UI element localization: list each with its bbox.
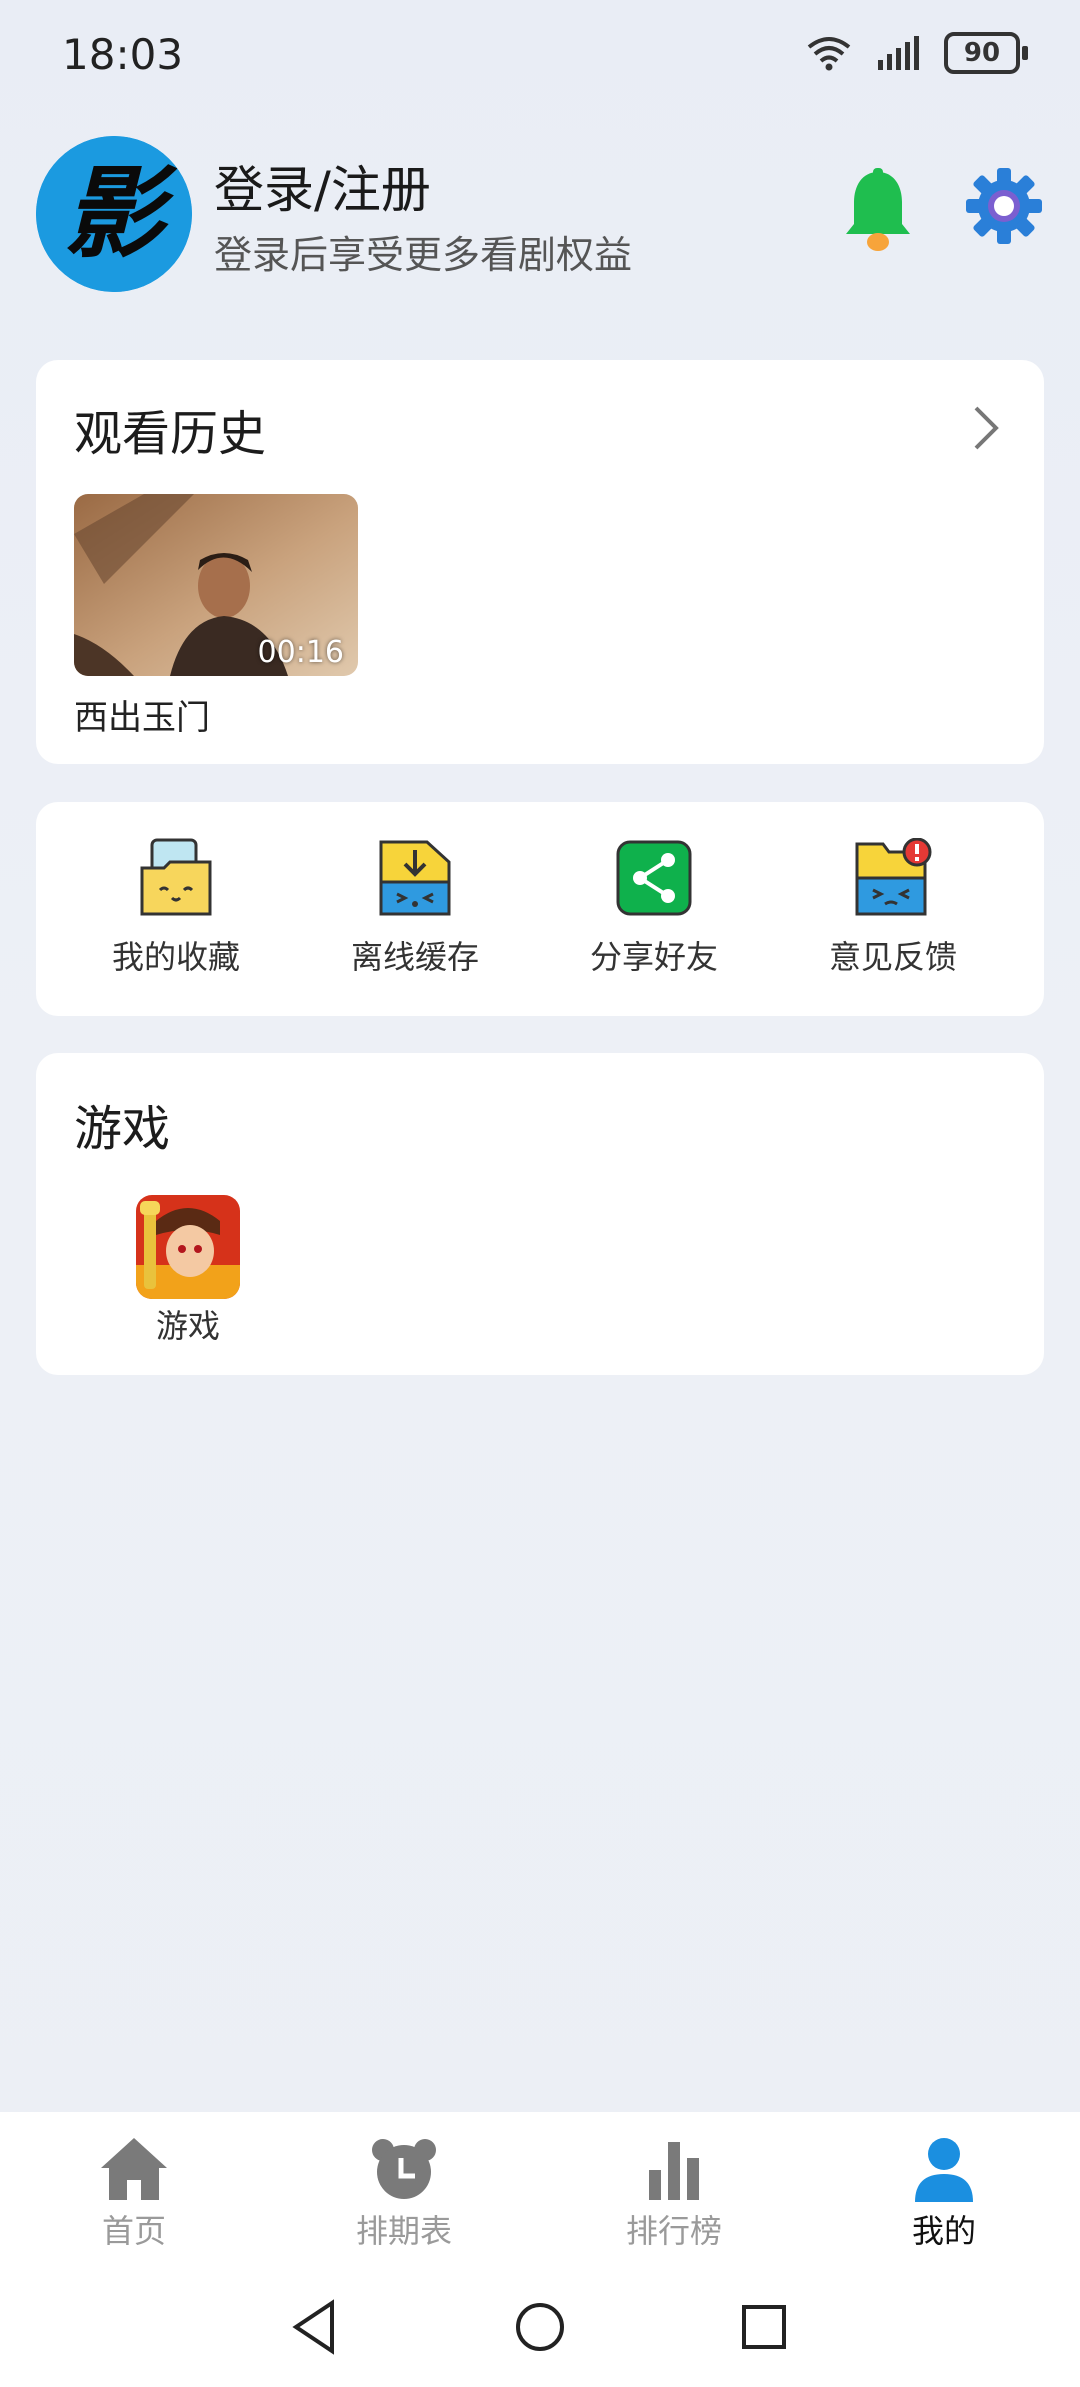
watch-history-card: 观看历史 00:16 西出玉门 [36, 360, 1044, 764]
tools-card: 我的收藏 离线缓存 分享好友 意见反馈 [36, 802, 1044, 1016]
settings-gear-icon[interactable] [964, 166, 1044, 246]
home-circle-icon[interactable] [514, 2301, 566, 2353]
battery-icon: 90 [944, 32, 1028, 74]
favorites-label: 我的收藏 [111, 938, 240, 976]
wifi-icon [807, 37, 851, 71]
system-nav-bar [0, 2277, 1080, 2387]
offline-cache-button[interactable]: 离线缓存 [315, 838, 515, 988]
games-title: 游戏 [74, 1101, 171, 1157]
app-logo-icon: 影 [36, 136, 192, 292]
bar-chart-icon [649, 2142, 699, 2200]
history-title: 观看历史 [74, 406, 267, 462]
share-friends-label: 分享好友 [589, 938, 718, 976]
tab-schedule-label: 排期表 [355, 2212, 452, 2250]
share-friends-button[interactable]: 分享好友 [554, 838, 754, 988]
download-folder-icon [379, 840, 451, 916]
status-time: 18:03 [62, 30, 184, 79]
tab-home[interactable]: 首页 [34, 2136, 234, 2252]
game-item[interactable]: 游戏 [128, 1195, 248, 1347]
tab-schedule[interactable]: 排期表 [304, 2136, 504, 2252]
avatar[interactable]: 影 [36, 136, 192, 292]
tab-ranking-label: 排行榜 [625, 2212, 722, 2250]
game-icon [136, 1195, 240, 1299]
tab-mine-label: 我的 [911, 2212, 976, 2250]
share-icon [616, 840, 692, 916]
chevron-right-icon[interactable] [966, 404, 1006, 452]
signal-icon [878, 36, 919, 70]
back-triangle-icon[interactable] [290, 2299, 338, 2355]
battery-level: 90 [963, 38, 1001, 68]
home-icon [101, 2138, 167, 2200]
tab-home-label: 首页 [101, 2212, 166, 2250]
status-bar: 18:03 90 [0, 0, 1080, 110]
offline-cache-label: 离线缓存 [350, 938, 479, 976]
profile-header[interactable]: 影 登录/注册 登录后享受更多看剧权益 [36, 136, 1044, 294]
favorites-button[interactable]: 我的收藏 [76, 838, 276, 988]
feedback-button[interactable]: 意见反馈 [793, 838, 993, 988]
recents-square-icon[interactable] [740, 2303, 788, 2351]
bell-icon[interactable] [842, 168, 914, 258]
bottom-tab-bar: 首页 排期表 排行榜 我的 [0, 2112, 1080, 2277]
history-thumbnail[interactable]: 00:16 [74, 494, 358, 676]
tab-ranking[interactable]: 排行榜 [574, 2136, 774, 2252]
alarm-clock-icon [372, 2139, 436, 2199]
user-icon [915, 2138, 973, 2202]
feedback-folder-icon [855, 838, 932, 916]
feedback-label: 意见反馈 [828, 938, 957, 976]
svg-text:影: 影 [64, 155, 178, 272]
favorites-folder-icon [140, 838, 212, 916]
login-register-link[interactable]: 登录/注册 [214, 150, 431, 222]
video-duration: 00:16 [257, 635, 344, 670]
login-subtitle: 登录后享受更多看剧权益 [214, 233, 633, 277]
games-card: 游戏 游戏 [36, 1053, 1044, 1375]
tab-mine[interactable]: 我的 [844, 2136, 1044, 2252]
history-video-title[interactable]: 西出玉门 [74, 690, 210, 739]
game-label: 游戏 [155, 1307, 220, 1345]
